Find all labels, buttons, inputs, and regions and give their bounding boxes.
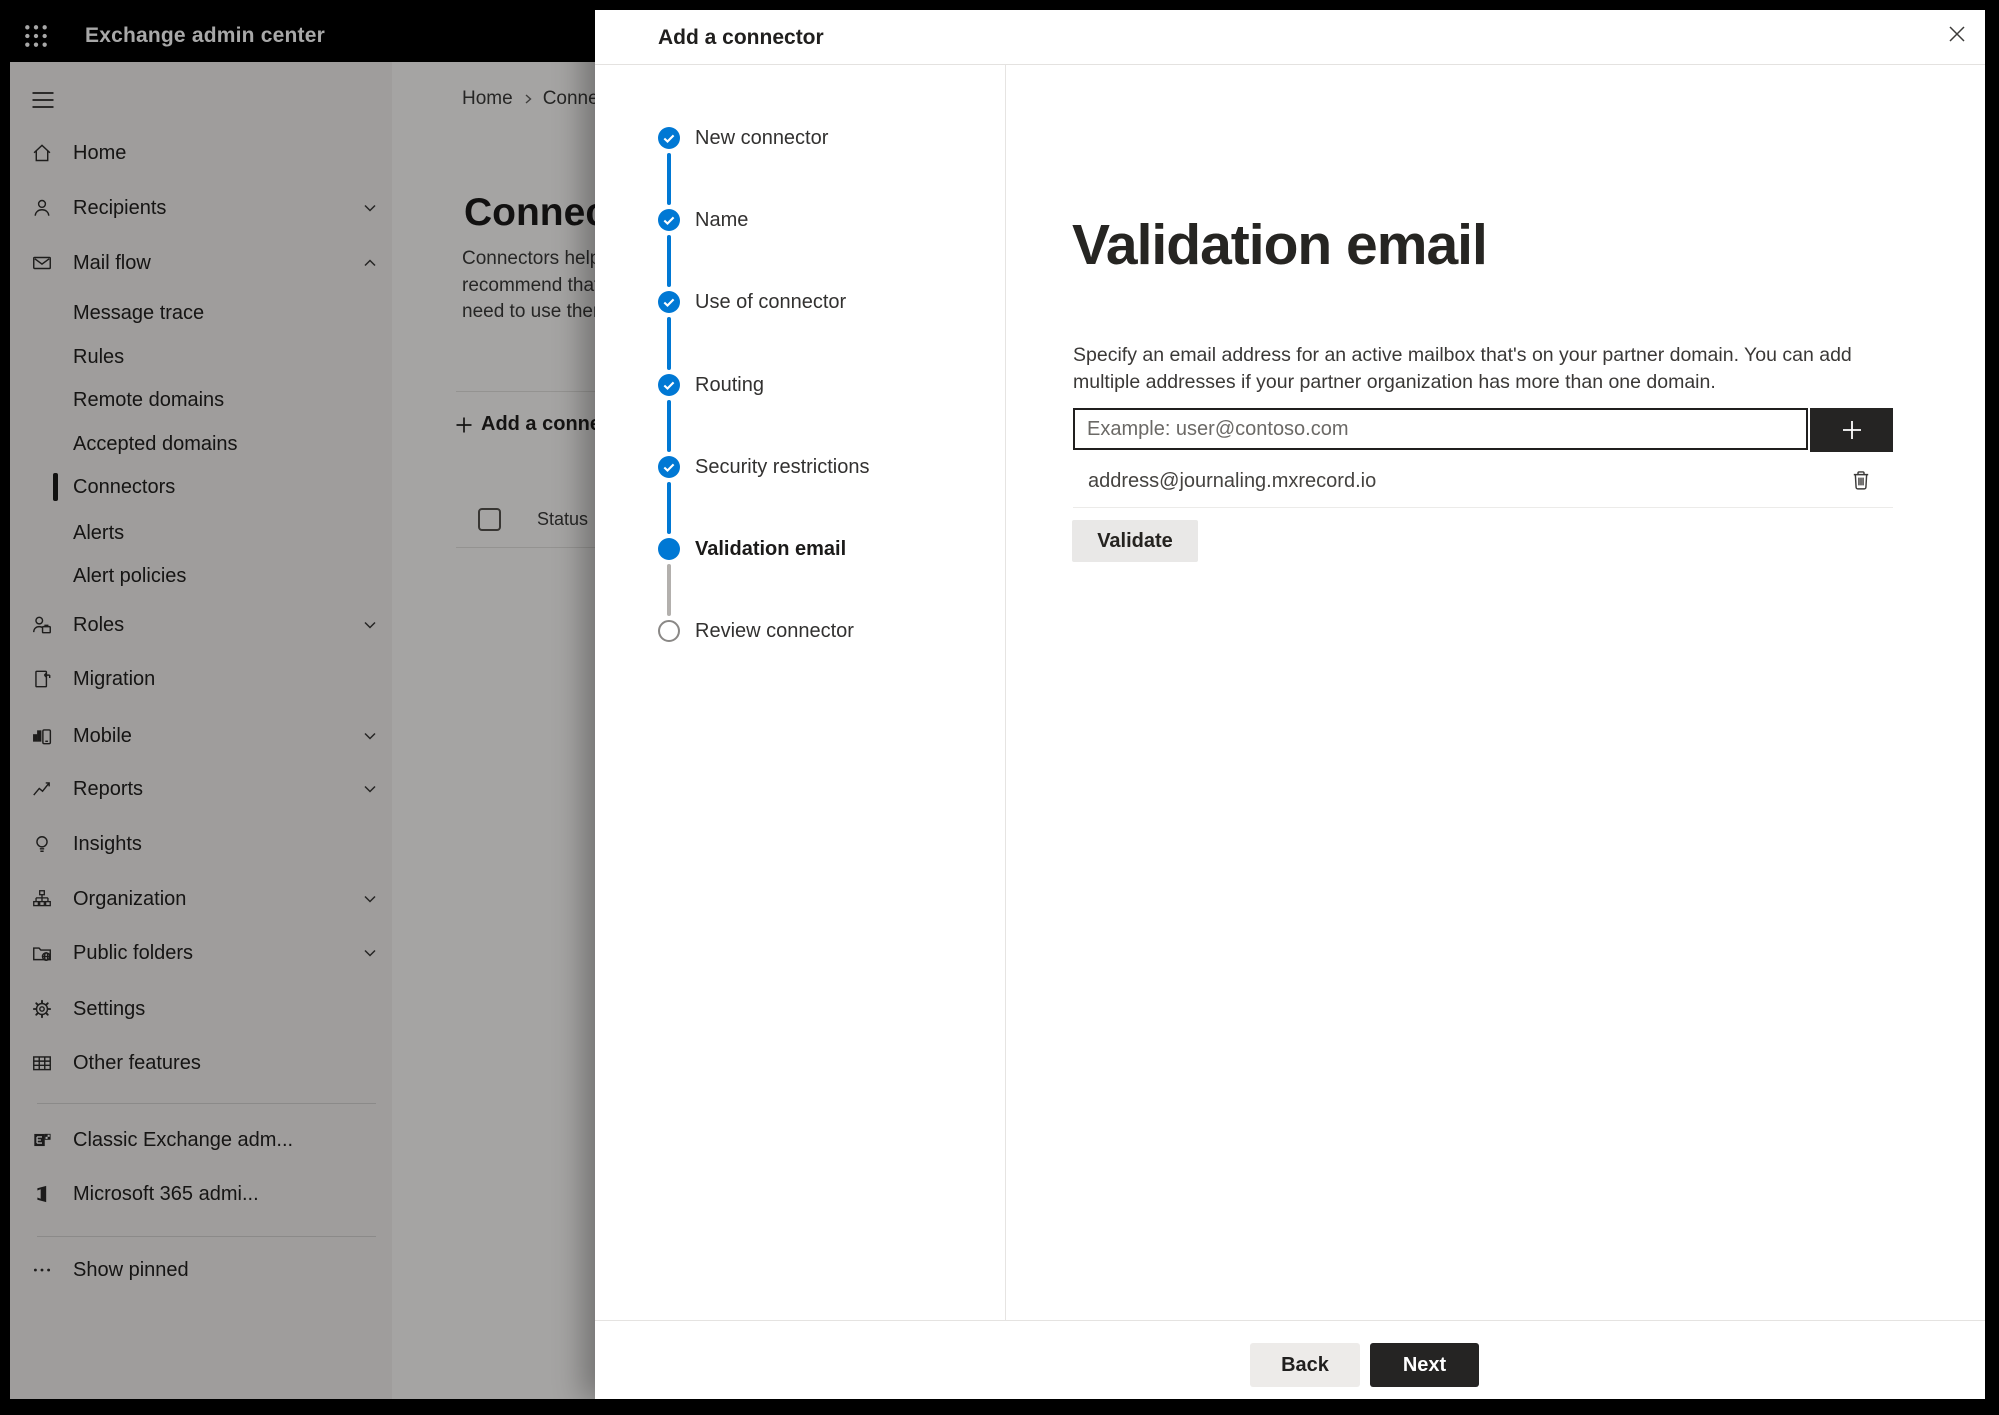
step-completed-check-icon: [658, 291, 680, 313]
add-connector-dialog: Add a connector New connector Name Use o…: [595, 10, 1985, 1399]
step-label: Security restrictions: [695, 456, 870, 478]
step-completed-check-icon: [658, 127, 680, 149]
validation-email-input[interactable]: [1073, 408, 1808, 450]
step-completed-check-icon: [658, 374, 680, 396]
step-label: Use of connector: [695, 291, 847, 313]
screen: Exchange admin center Home Recipients Ma…: [10, 10, 1985, 1399]
delete-address-button[interactable]: [1843, 462, 1879, 498]
validation-email-description: Specify an email address for an active m…: [1073, 343, 1852, 393]
step-label: Name: [695, 209, 749, 231]
step-connector-line: [667, 564, 671, 616]
step-connector-line: [667, 400, 671, 452]
step-label: New connector: [695, 127, 829, 149]
step-connector-line: [667, 317, 671, 370]
added-address-text: address@journaling.mxrecord.io: [1088, 470, 1377, 492]
validate-button[interactable]: Validate: [1072, 520, 1198, 562]
back-button[interactable]: Back: [1250, 1343, 1360, 1387]
next-button[interactable]: Next: [1370, 1343, 1479, 1387]
step-label: Routing: [695, 374, 764, 396]
plus-icon: [1839, 417, 1865, 443]
validation-email-heading: Validation email: [1072, 213, 1488, 278]
step-label: Review connector: [695, 620, 854, 642]
dialog-footer: Back Next: [595, 1320, 1985, 1399]
close-icon: [1949, 26, 1965, 42]
address-row-divider: [1073, 507, 1893, 508]
dialog-header: Add a connector: [595, 10, 1985, 65]
step-connector-line: [667, 482, 671, 534]
step-completed-check-icon: [658, 209, 680, 231]
step-completed-check-icon: [658, 456, 680, 478]
dialog-title: Add a connector: [658, 26, 824, 49]
step-label: Validation email: [695, 538, 847, 560]
trash-icon: [1849, 468, 1873, 492]
step-current-icon: [658, 538, 680, 560]
step-upcoming-icon: [658, 620, 680, 642]
step-connector-line: [667, 153, 671, 205]
steps-content-divider: [1005, 65, 1006, 1320]
close-button[interactable]: [1939, 16, 1975, 52]
add-email-button[interactable]: [1810, 408, 1893, 452]
step-connector-line: [667, 235, 671, 287]
